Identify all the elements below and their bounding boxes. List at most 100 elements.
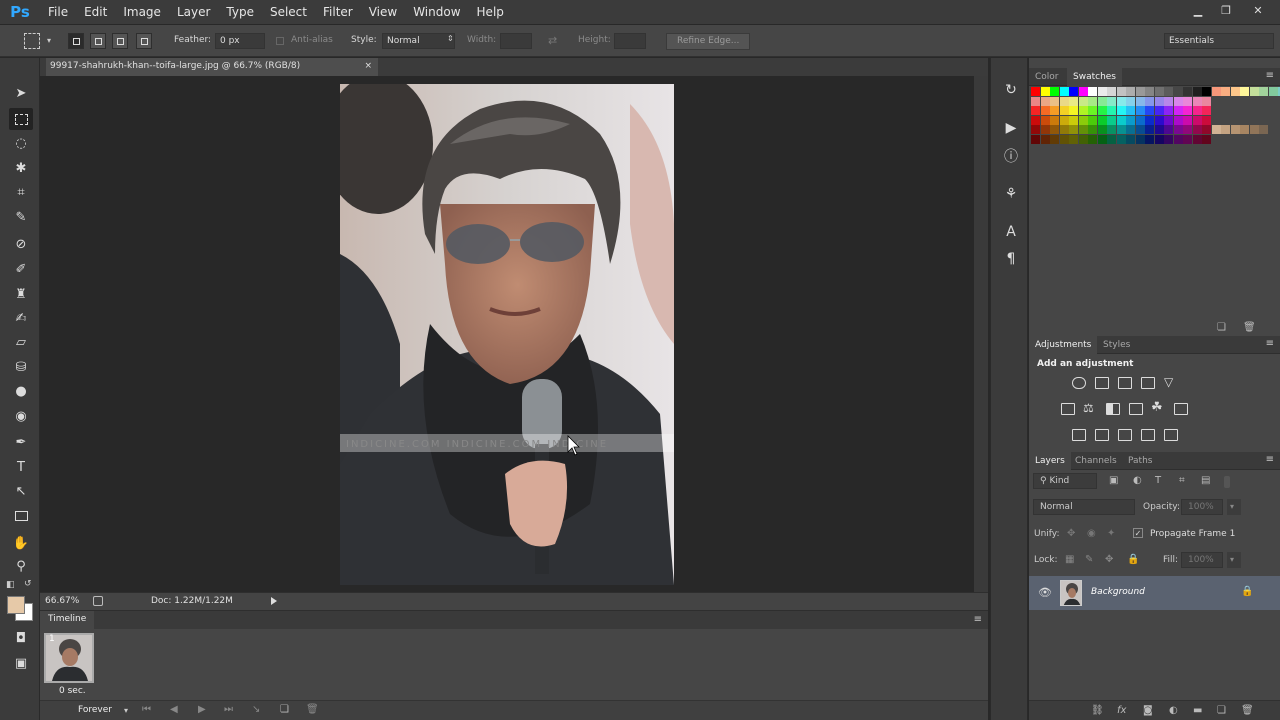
color-swatch[interactable] xyxy=(1078,115,1088,125)
foreground-color-swatch[interactable] xyxy=(7,596,25,614)
color-swatch[interactable] xyxy=(1059,134,1069,144)
threshold-icon[interactable] xyxy=(1118,429,1132,441)
lock-pixels-icon[interactable]: ✎ xyxy=(1085,554,1097,565)
color-swatch[interactable] xyxy=(1116,96,1126,106)
unify-visibility-icon[interactable]: ◉ xyxy=(1087,528,1099,539)
menu-layer[interactable]: Layer xyxy=(169,0,218,24)
fill-slider-icon[interactable]: ▾ xyxy=(1227,552,1241,568)
channel-mixer-icon[interactable]: ☘ xyxy=(1151,400,1163,415)
color-swatch[interactable] xyxy=(1031,134,1040,144)
color-swatch[interactable] xyxy=(1164,125,1173,134)
color-swatch[interactable] xyxy=(1135,125,1145,134)
previous-frame-icon[interactable]: ◀ xyxy=(170,704,178,715)
fill-input[interactable]: 100% xyxy=(1181,552,1223,568)
color-swatch[interactable] xyxy=(1050,96,1059,106)
color-swatch[interactable] xyxy=(1173,125,1183,134)
layer-filter-select[interactable]: ⚲ Kind xyxy=(1033,473,1097,489)
marquee-preset-icon[interactable] xyxy=(24,33,40,49)
color-swatch[interactable] xyxy=(1097,106,1107,115)
menu-view[interactable]: View xyxy=(361,0,405,24)
swap-icon[interactable]: ⇄ xyxy=(548,34,557,47)
color-swatch[interactable] xyxy=(1116,115,1126,125)
color-swatch[interactable] xyxy=(1211,125,1221,134)
filter-toggle[interactable] xyxy=(1224,476,1230,488)
color-swatch[interactable] xyxy=(1240,87,1249,96)
add-mask-icon[interactable]: ◙ xyxy=(1143,705,1155,716)
rectangle-tool-icon[interactable] xyxy=(9,505,33,527)
color-swatch[interactable] xyxy=(1173,106,1183,115)
tab-color[interactable]: Color xyxy=(1029,68,1065,86)
color-swatch[interactable] xyxy=(1164,106,1173,115)
menu-help[interactable]: Help xyxy=(469,0,512,24)
color-swatch[interactable] xyxy=(1069,125,1078,134)
tab-adjustments[interactable]: Adjustments xyxy=(1029,336,1098,354)
layer-style-icon[interactable]: fx xyxy=(1117,705,1129,716)
color-swatch[interactable] xyxy=(1126,125,1135,134)
filter-adjustment-icon[interactable]: ◐ xyxy=(1133,475,1145,486)
dodge-tool-icon[interactable]: ◉ xyxy=(9,405,33,427)
history-panel-icon[interactable]: ↻ xyxy=(1001,80,1021,100)
menu-image[interactable]: Image xyxy=(115,0,169,24)
color-swatch[interactable] xyxy=(1031,87,1040,96)
color-swatch[interactable] xyxy=(1078,106,1088,115)
menu-filter[interactable]: Filter xyxy=(315,0,361,24)
intersect-selection-button[interactable] xyxy=(136,33,152,49)
tab-swatches[interactable]: Swatches xyxy=(1067,68,1122,86)
new-swatch-icon[interactable]: ❏ xyxy=(1217,322,1229,333)
panel-menu-icon[interactable]: ≡ xyxy=(1266,454,1274,465)
menu-type[interactable]: Type xyxy=(218,0,262,24)
color-swatch[interactable] xyxy=(1192,125,1202,134)
color-swatch[interactable] xyxy=(1088,125,1097,134)
color-swatch[interactable] xyxy=(1059,115,1069,125)
color-swatch[interactable] xyxy=(1154,87,1164,96)
tab-styles[interactable]: Styles xyxy=(1097,336,1136,354)
refine-edge-button[interactable]: Refine Edge... xyxy=(666,33,751,50)
opacity-input[interactable]: 100% xyxy=(1181,499,1223,515)
new-selection-button[interactable] xyxy=(68,33,84,49)
color-swatch[interactable] xyxy=(1107,106,1116,115)
menu-select[interactable]: Select xyxy=(262,0,315,24)
color-swatch[interactable] xyxy=(1040,134,1050,144)
color-swatch[interactable] xyxy=(1135,134,1145,144)
width-input[interactable] xyxy=(500,33,532,49)
swap-colors-icon[interactable]: ↺ xyxy=(24,579,32,589)
color-swatch[interactable] xyxy=(1031,106,1040,115)
delete-frame-icon[interactable]: 🗑 xyxy=(306,704,319,715)
share-icon[interactable] xyxy=(93,596,103,606)
tween-icon[interactable]: ↘ xyxy=(252,704,260,715)
tab-paths[interactable]: Paths xyxy=(1122,452,1158,470)
marquee-tool-icon[interactable] xyxy=(9,108,33,130)
color-swatch[interactable] xyxy=(1088,87,1097,96)
screen-mode-icon[interactable]: ▣ xyxy=(9,652,33,674)
color-swatch[interactable] xyxy=(1183,134,1192,144)
exposure-icon[interactable] xyxy=(1141,377,1155,389)
color-swatch[interactable] xyxy=(1040,106,1050,115)
color-swatch[interactable] xyxy=(1059,106,1069,115)
color-swatch[interactable] xyxy=(1126,115,1135,125)
actions-panel-icon[interactable]: ▶ xyxy=(1001,118,1021,138)
color-swatch[interactable] xyxy=(1145,115,1154,125)
color-swatch[interactable] xyxy=(1202,134,1211,144)
color-swatch[interactable] xyxy=(1040,125,1050,134)
magic-wand-icon[interactable]: ✱ xyxy=(9,157,33,179)
color-swatch[interactable] xyxy=(1183,106,1192,115)
color-swatch[interactable] xyxy=(1202,96,1211,106)
path-selection-icon[interactable]: ↖ xyxy=(9,480,33,502)
color-swatch[interactable] xyxy=(1135,115,1145,125)
quick-mask-icon[interactable]: ◘ xyxy=(9,627,33,649)
black-white-icon[interactable] xyxy=(1106,403,1120,415)
color-swatch[interactable] xyxy=(1135,106,1145,115)
color-swatch[interactable] xyxy=(1268,87,1278,96)
brush-presets-icon[interactable]: ⚘ xyxy=(1001,184,1021,204)
color-swatch[interactable] xyxy=(1145,125,1154,134)
healing-brush-icon[interactable]: ⊘ xyxy=(9,233,33,255)
unify-style-icon[interactable]: ✦ xyxy=(1107,528,1119,539)
color-swatch[interactable] xyxy=(1192,106,1202,115)
color-swatch[interactable] xyxy=(1202,125,1211,134)
color-swatch[interactable] xyxy=(1154,115,1164,125)
levels-icon[interactable] xyxy=(1095,377,1109,389)
color-swatch[interactable] xyxy=(1164,115,1173,125)
color-swatch[interactable] xyxy=(1173,96,1183,106)
color-swatch[interactable] xyxy=(1088,115,1097,125)
color-swatch[interactable] xyxy=(1192,134,1202,144)
